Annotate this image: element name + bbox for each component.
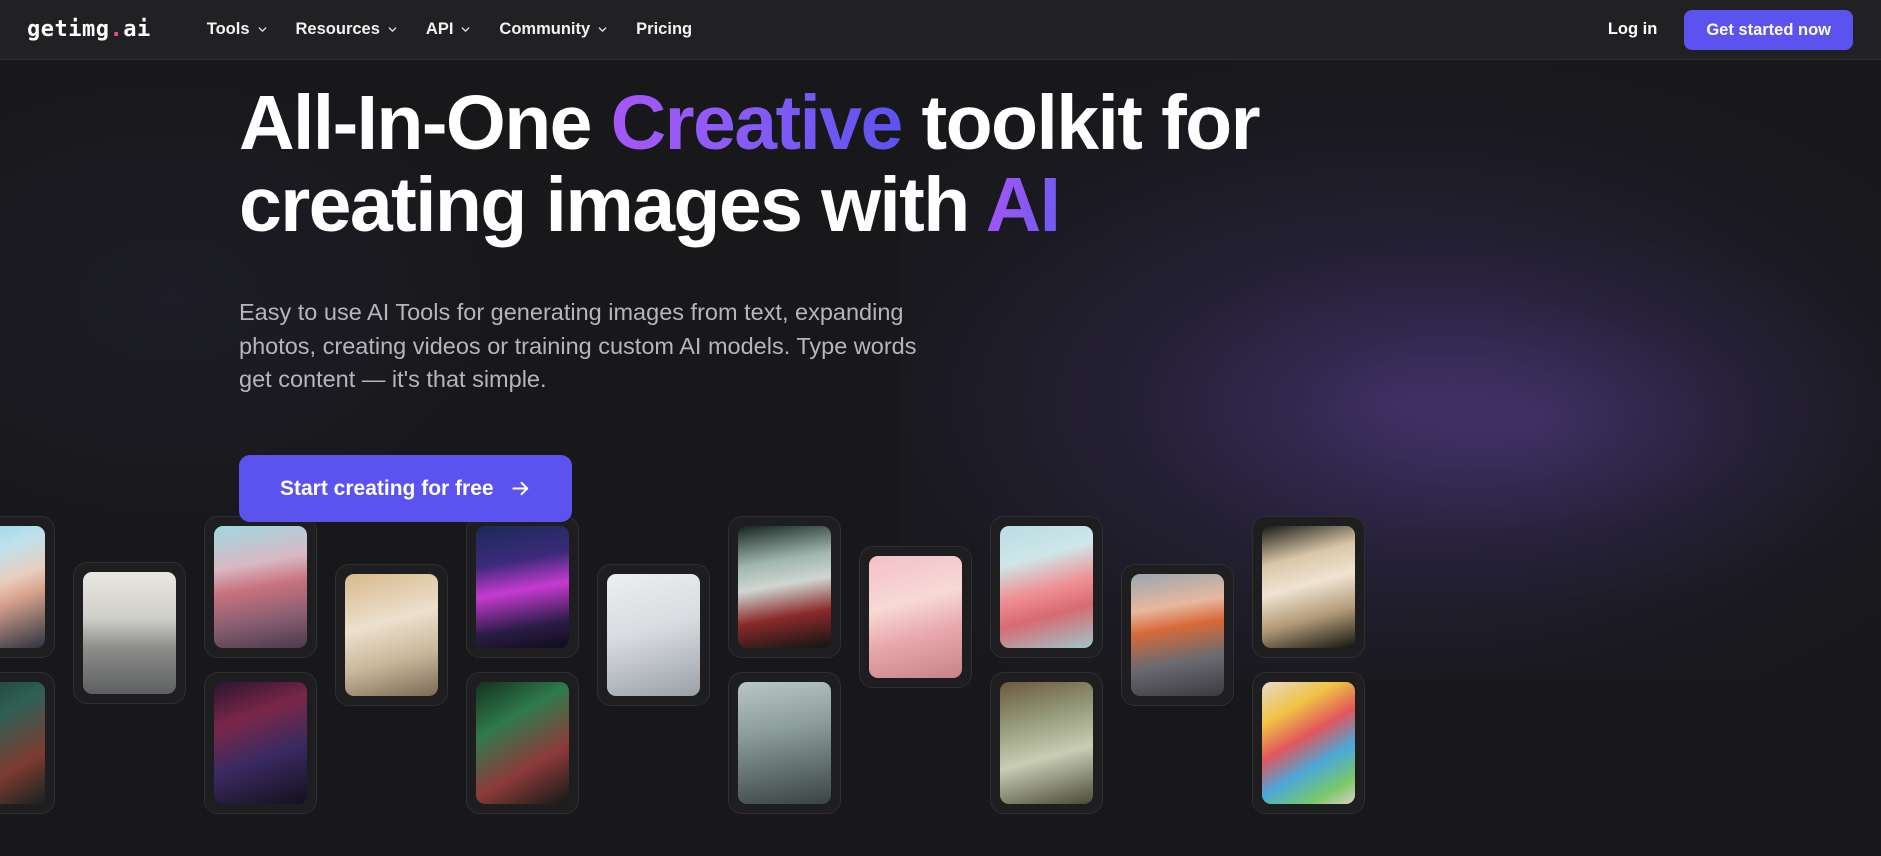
- gallery-card[interactable]: [859, 546, 972, 688]
- gallery-column: [859, 546, 972, 856]
- cyberpunk-creature: [214, 682, 307, 804]
- pink-teddy-bedroom: [869, 556, 962, 678]
- porcelain-android-woman: [1262, 526, 1355, 648]
- start-creating-button[interactable]: Start creating for free: [239, 455, 572, 523]
- start-creating-label: Start creating for free: [280, 476, 494, 500]
- chevron-down-icon: [388, 27, 397, 32]
- logo-dot: .: [109, 17, 124, 42]
- gallery-card[interactable]: [728, 516, 841, 658]
- chevron-down-icon: [258, 27, 266, 32]
- logo[interactable]: getimg.ai: [27, 17, 151, 42]
- vogue-magazine-cover: [83, 572, 176, 694]
- interior-wood-room: [345, 574, 438, 696]
- surreal-sphere-landscape: [214, 526, 307, 648]
- gallery-card[interactable]: [0, 516, 55, 658]
- gallery-column: [73, 562, 186, 856]
- colorful-balloons: [1262, 682, 1355, 804]
- nav-item-resources[interactable]: Resources: [282, 12, 412, 47]
- gallery-card[interactable]: [1252, 672, 1365, 814]
- nav-item-api[interactable]: API: [412, 12, 486, 47]
- image-gallery: [0, 516, 1881, 856]
- gallery-column: [990, 516, 1103, 856]
- gallery-column: [204, 516, 317, 856]
- misty-figure: [738, 682, 831, 804]
- headline-highlight-creative: Creative: [610, 80, 904, 166]
- nav-item-tools[interactable]: Tools: [193, 12, 282, 47]
- nav-label: Resources: [295, 20, 380, 38]
- gallery-card[interactable]: [335, 564, 448, 706]
- gallery-card[interactable]: [466, 672, 579, 814]
- anatomy-walking-figure: [1000, 526, 1093, 648]
- portrait-green-face: [0, 682, 45, 804]
- nav-item-community[interactable]: Community: [485, 12, 622, 47]
- gallery-column: [0, 516, 55, 856]
- nav-label: Community: [499, 20, 591, 38]
- login-link[interactable]: Log in: [1594, 12, 1671, 47]
- main-nav: Tools Resources API Community Pricing: [193, 12, 706, 47]
- nav-label: API: [425, 20, 454, 38]
- gallery-card[interactable]: [990, 672, 1103, 814]
- gallery-card[interactable]: [73, 562, 186, 704]
- headline-highlight-ai: AI: [985, 162, 1061, 249]
- site-header: getimg.ai Tools Resources API Community …: [0, 0, 1881, 60]
- neon-cyborg-heart: [476, 526, 569, 648]
- get-started-button[interactable]: Get started now: [1684, 9, 1853, 50]
- gallery-column: [335, 564, 448, 856]
- gallery-card[interactable]: [1252, 516, 1365, 658]
- page-title: All-In-One Creative toolkit for creating…: [239, 60, 1339, 247]
- gallery-card[interactable]: [1121, 564, 1234, 706]
- hero-subtitle: Easy to use AI Tools for generating imag…: [239, 298, 917, 393]
- green-glow-portrait: [476, 682, 569, 804]
- arrow-right-icon: [511, 482, 528, 496]
- wireframe-head-sketch: [607, 574, 700, 696]
- nav-label: Tools: [206, 20, 250, 38]
- green-corridor-interior: [1000, 682, 1093, 804]
- gallery-card[interactable]: [597, 564, 710, 706]
- headline-text-1: All-In-One: [239, 80, 611, 166]
- logo-name: getimg: [27, 17, 110, 42]
- gallery-column: [1252, 516, 1365, 856]
- page-root: getimg.ai Tools Resources API Community …: [0, 0, 1881, 856]
- gallery-card[interactable]: [728, 672, 841, 814]
- gallery-card[interactable]: [990, 516, 1103, 658]
- gallery-card[interactable]: [466, 516, 579, 658]
- gallery-column: [1121, 564, 1234, 856]
- nav-item-pricing[interactable]: Pricing: [622, 12, 706, 47]
- chevron-down-icon: [598, 27, 607, 32]
- chevron-down-icon: [462, 27, 470, 32]
- gallery-column: [597, 564, 710, 856]
- gallery-card[interactable]: [0, 672, 55, 814]
- gallery-column: [466, 516, 579, 856]
- portrait-woman-blue: [0, 526, 45, 648]
- astronaut-doorway-rocket: [1131, 574, 1224, 696]
- glitch-alien-portrait: [738, 526, 831, 648]
- logo-suffix: ai: [123, 17, 151, 42]
- nav-label: Pricing: [636, 20, 693, 38]
- gallery-card[interactable]: [204, 672, 317, 814]
- gallery-card[interactable]: [204, 516, 317, 658]
- hero-section: All-In-One Creative toolkit for creating…: [0, 60, 1881, 523]
- gallery-column: [728, 516, 841, 856]
